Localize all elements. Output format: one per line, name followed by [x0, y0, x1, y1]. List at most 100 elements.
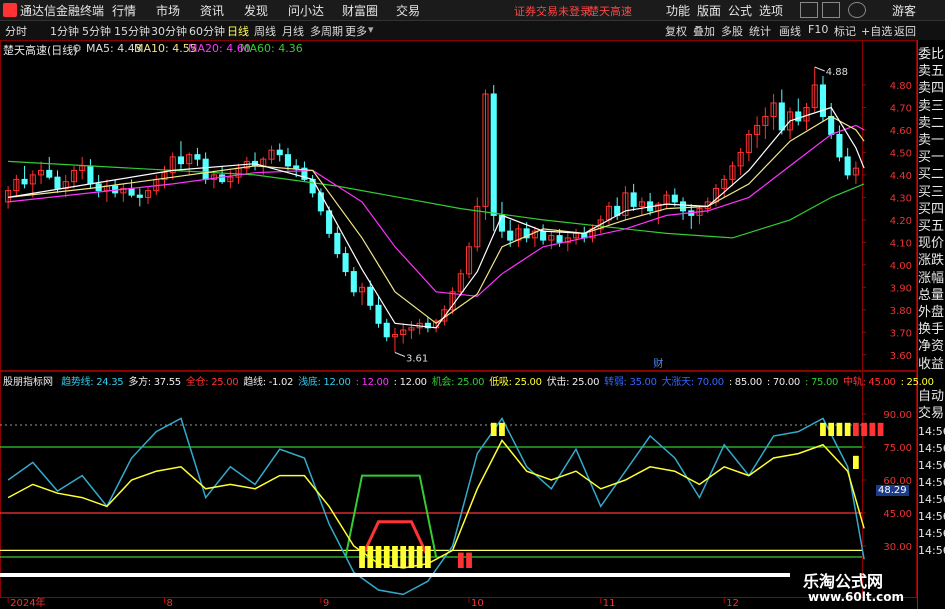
candle-body: [136, 194, 143, 198]
candle-body: [219, 174, 226, 183]
candle-body: [671, 194, 678, 203]
price-tick-label: 3.80: [890, 306, 912, 317]
candle-body: [795, 111, 802, 122]
sidebar-trade[interactable]: 交易: [918, 405, 945, 422]
candle-body: [128, 187, 135, 196]
indicator-signal-bar: [400, 546, 407, 568]
sidebar-item: 净资: [918, 339, 945, 355]
indicator-item: 多方: 37.55: [128, 377, 181, 388]
candle-body: [21, 178, 28, 185]
indicator-signal-bar: [416, 546, 423, 568]
sidebar-auto[interactable]: 自动: [918, 388, 945, 405]
date-tick-label: 9: [323, 598, 329, 609]
time-label: 14:56: [918, 510, 945, 523]
indicator-item: 中轨: 45.00: [843, 377, 896, 388]
indicator-tick-label: 30.00: [883, 542, 912, 553]
quote-sidebar: 委比 卖五 卖四 卖三 卖二 卖一 买一 买二 买三 买四 买五 现价 涨跌 涨…: [918, 46, 945, 373]
indicator-item: : 25.00: [900, 377, 934, 388]
price-tick-label: 3.60: [890, 351, 912, 362]
indicator-signal-bar: [861, 422, 867, 436]
sidebar-item: 买四: [918, 201, 945, 217]
date-tick-label: 12: [726, 598, 739, 609]
time-label: 14:56: [918, 459, 945, 472]
candle-body: [342, 253, 349, 273]
candle-body: [194, 154, 201, 160]
finance-event-marker: 财: [653, 357, 663, 370]
price-tick-label: 4.50: [890, 148, 912, 159]
candle-body: [317, 192, 324, 212]
indicator-tick-label: 75.00: [883, 443, 912, 454]
low-marker-line: [394, 352, 406, 357]
indicator-signal-bar: [359, 546, 365, 568]
sidebar-item: 买三: [918, 184, 945, 200]
indicator-item: 大涨天: 70.00: [661, 377, 724, 388]
indicator-signal-bar: [383, 546, 390, 568]
indicator-item: 机会: 25.00: [431, 377, 485, 388]
auto-trade-sidebar[interactable]: 自动 交易: [918, 388, 945, 422]
candle-body: [490, 93, 497, 216]
current-value-badge: 48.29: [876, 485, 909, 496]
candle-body: [293, 165, 300, 169]
date-tick-label: 8: [167, 598, 173, 609]
sidebar-item: 买五: [918, 219, 945, 235]
time-label: 14:56: [918, 527, 945, 540]
indicator-item: 全仓: 25.00: [185, 377, 239, 388]
candle-body: [507, 230, 514, 241]
indicator-item: : 85.00: [728, 377, 762, 388]
indicator-item: 低吸: 25.00: [489, 377, 542, 388]
candle-body: [326, 210, 333, 234]
candle-body: [679, 201, 687, 212]
indicator-signal-bar: [408, 546, 415, 568]
candle-body: [367, 286, 374, 306]
candle-body: [540, 230, 547, 241]
time-column: 14:56 14:56 14:56 14:56 14:56 14:56 14:5…: [918, 423, 945, 559]
candle-body: [844, 156, 851, 176]
indicator-signal-bar: [499, 422, 505, 436]
indicator-signal-bar: [457, 552, 464, 568]
candle-body: [177, 156, 185, 165]
stock-chart[interactable]: 3.60 3.70 3.80 3.90 4.00 4.10 4.20 4.30 4.40 4.50…: [0, 0, 945, 609]
price-tick-label: 4.80: [890, 81, 912, 92]
watermark-bar: [0, 573, 790, 577]
time-label: 14:56: [918, 493, 945, 506]
low-marker-label: 3.61: [406, 354, 428, 365]
ma20-line: [8, 124, 865, 297]
indicator-item: : 12.00: [355, 377, 389, 388]
indicator-signal-bar: [466, 552, 472, 568]
indicator-tick-label: 45.00: [883, 509, 912, 520]
candle-body: [46, 169, 53, 178]
indicator-signal-bar: [367, 546, 374, 568]
sidebar-item: 现价: [918, 236, 945, 252]
time-label: 14:56: [918, 442, 945, 455]
indicator-tick-label: 90.00: [883, 410, 912, 421]
indicator-signal-bar: [836, 422, 843, 436]
sidebar-item: 总量: [918, 287, 945, 303]
indicator-signal-bar: [392, 546, 398, 568]
ma5-line: [8, 106, 865, 329]
sidebar-item: 外盘: [918, 305, 945, 321]
candle-body: [828, 115, 835, 135]
indicator-signal-bar: [844, 422, 851, 436]
candle-body: [54, 176, 61, 189]
sidebar-item: 委比: [918, 47, 945, 62]
indicator-signal-bar: [828, 422, 835, 436]
ma60-line: [8, 160, 865, 239]
sidebar-item: 买一: [918, 150, 945, 166]
candle-body: [630, 192, 637, 207]
indicator-signal-bar: [869, 422, 876, 436]
price-tick-label: 4.40: [890, 171, 912, 182]
price-tick-label: 4.20: [890, 216, 912, 227]
indicator-item: 趋线: -1.02: [243, 377, 294, 388]
sidebar-item: 卖二: [918, 115, 945, 131]
indicator-signal-bar: [853, 455, 859, 469]
indicator-signal-bar: [375, 546, 382, 568]
date-tick-label: 11: [603, 598, 616, 609]
time-label: 14:56: [918, 425, 945, 438]
watermark-url: www.60lt.com: [808, 590, 905, 604]
time-label: 14:56: [918, 544, 945, 557]
indicator-name[interactable]: 股朋指标网: [3, 377, 53, 388]
indicator-item: : 12.00: [393, 377, 427, 388]
indicator-signal-bar: [853, 422, 859, 436]
candle-body: [350, 271, 357, 293]
sidebar-item: 卖三: [918, 98, 945, 114]
